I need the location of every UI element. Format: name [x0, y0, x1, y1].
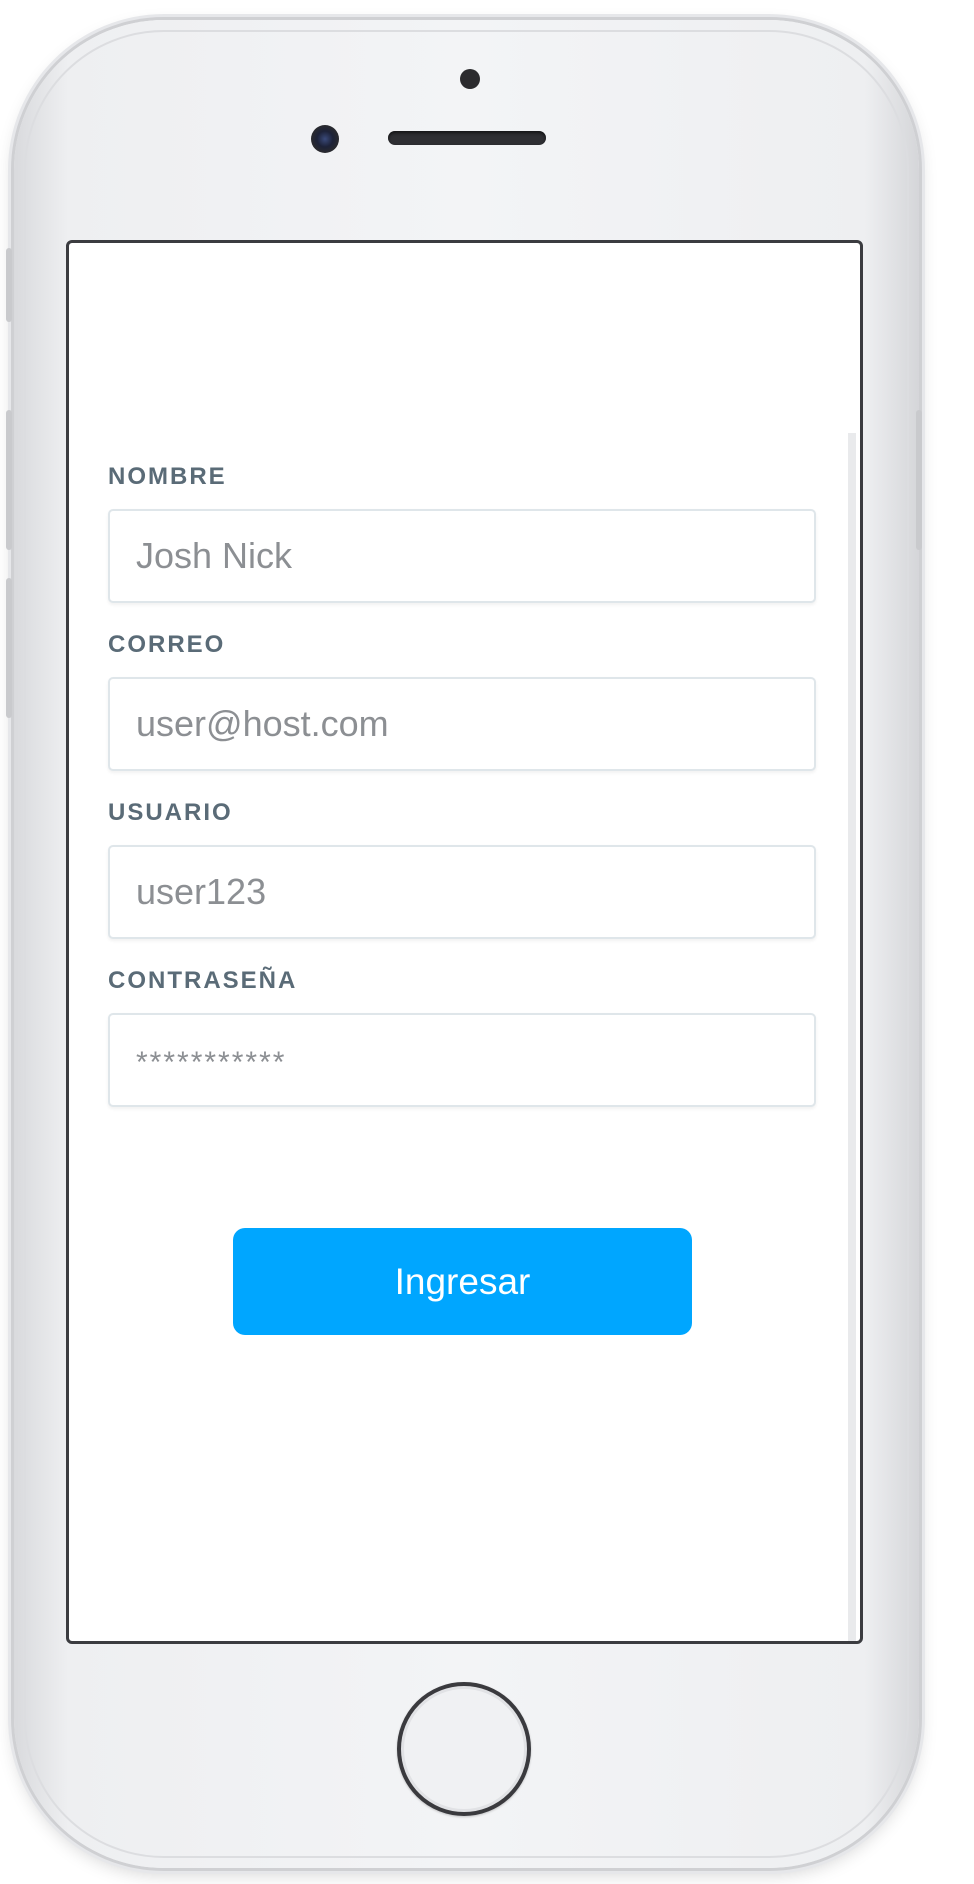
password-input[interactable]	[108, 1013, 816, 1107]
submit-button[interactable]: Ingresar	[233, 1228, 692, 1335]
registration-form: NOMBRE CORREO USUARIO CONTRASEÑA	[108, 463, 816, 1135]
username-label: USUARIO	[108, 799, 233, 826]
power-button	[916, 410, 922, 550]
password-label: CONTRASEÑA	[108, 967, 298, 994]
scrollbar[interactable]	[848, 433, 856, 1641]
speaker-grille-icon	[388, 131, 546, 145]
username-input[interactable]	[108, 845, 816, 939]
email-input[interactable]	[108, 677, 816, 771]
name-input[interactable]	[108, 509, 816, 603]
phone-screen: NOMBRE CORREO USUARIO CONTRASEÑA Ingresa…	[66, 240, 863, 1644]
volume-up-button	[6, 410, 12, 550]
email-label: CORREO	[108, 631, 226, 658]
proximity-sensor-icon	[460, 69, 480, 89]
silent-switch	[6, 248, 12, 322]
name-label: NOMBRE	[108, 463, 227, 490]
volume-down-button	[6, 578, 12, 718]
front-camera-icon	[311, 125, 339, 153]
home-button-icon[interactable]	[397, 1682, 531, 1816]
